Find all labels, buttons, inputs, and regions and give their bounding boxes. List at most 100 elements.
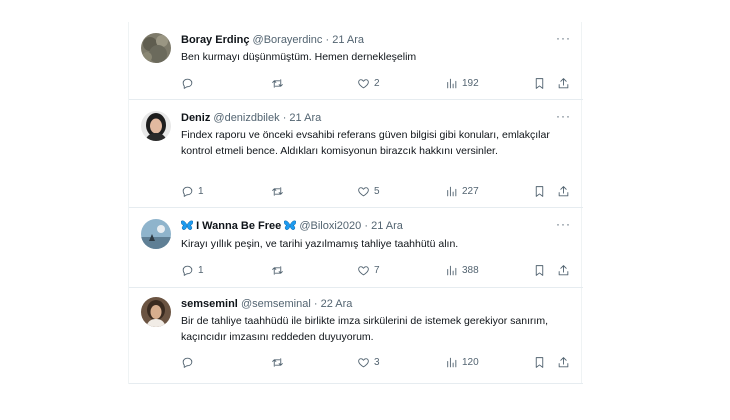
tweet[interactable]: Deniz @denizdbilek · 21 Ara ··· Findex r… (129, 100, 583, 208)
tweet-actions: 3 120 (181, 355, 571, 369)
tweet-header: I Wanna Be Free @Biloxi2020 · 21 Ara (180, 220, 403, 234)
views-icon (447, 357, 457, 367)
retweet-button[interactable] (271, 263, 288, 277)
tweet-text: Bir de tahliye taahhüdü ile birlikte imz… (181, 315, 549, 343)
more-icon[interactable]: ··· (556, 109, 571, 123)
user-handle[interactable]: @Borayerdinc (253, 34, 323, 46)
more-icon[interactable]: ··· (556, 217, 571, 231)
tweet[interactable]: semseminl @semseminal · 22 Ara Bir de ta… (129, 288, 583, 384)
reply-icon (182, 186, 193, 197)
bookmark-icon (535, 77, 544, 89)
tweet-timeline: Boray Erdinç @Borayerdinc · 21 Ara ··· B… (128, 22, 583, 384)
like-button[interactable]: 7 (357, 263, 380, 277)
retweet-icon (272, 78, 283, 88)
views-icon (447, 265, 457, 275)
views-button[interactable]: 227 (445, 184, 479, 198)
display-name[interactable]: Boray Erdinç (181, 34, 249, 46)
share-icon (558, 77, 569, 88)
tweet-text: Ben kurmayı düşünmüştüm. Hemen dernekleş… (181, 51, 417, 63)
share-icon (558, 356, 569, 367)
more-icon[interactable]: ··· (556, 31, 571, 45)
like-count: 2 (374, 77, 380, 89)
tweet-header: Deniz @denizdbilek · 21 Ara (181, 112, 321, 124)
tweet-text: Findex raporu ve önceki evsahibi referan… (181, 129, 550, 157)
reply-button[interactable] (181, 355, 198, 369)
display-name[interactable]: Deniz (181, 112, 210, 124)
bookmark-button[interactable] (533, 76, 546, 90)
view-count: 192 (462, 77, 479, 89)
avatar[interactable] (141, 219, 171, 249)
user-handle[interactable]: @semseminal (241, 298, 311, 310)
reply-button[interactable] (181, 76, 198, 90)
timestamp[interactable]: 21 Ara (332, 34, 364, 46)
views-button[interactable]: 120 (445, 355, 479, 369)
butterfly-emoji-icon (284, 220, 297, 234)
bookmark-button[interactable] (533, 184, 546, 198)
tweet-actions: 1 7 388 (181, 263, 571, 277)
separator-dot: · (282, 112, 287, 124)
view-count: 120 (462, 356, 479, 368)
retweet-icon (272, 265, 283, 275)
separator-dot: · (364, 220, 369, 232)
timestamp[interactable]: 21 Ara (371, 220, 403, 232)
views-icon (447, 78, 457, 88)
like-count: 5 (374, 185, 380, 197)
display-name[interactable]: semseminl (181, 298, 238, 310)
bookmark-icon (535, 356, 544, 368)
reply-icon (182, 265, 193, 276)
bookmark-icon (535, 264, 544, 276)
tweet-actions: 2 192 (181, 76, 571, 90)
share-button[interactable] (557, 355, 570, 369)
share-button[interactable] (557, 184, 570, 198)
like-button[interactable]: 5 (357, 184, 380, 198)
tweet[interactable]: I Wanna Be Free @Biloxi2020 · 21 Ara ···… (129, 208, 583, 288)
butterfly-emoji-icon (180, 220, 194, 234)
retweet-icon (272, 357, 283, 367)
heart-icon (358, 186, 369, 196)
views-button[interactable]: 388 (445, 263, 479, 277)
bookmark-button[interactable] (533, 263, 546, 277)
bookmark-button[interactable] (533, 355, 546, 369)
share-icon (558, 185, 569, 196)
reply-count: 1 (198, 185, 204, 197)
share-button[interactable] (557, 76, 570, 90)
tweet-header: Boray Erdinç @Borayerdinc · 21 Ara (181, 34, 364, 46)
user-handle[interactable]: @Biloxi2020 (299, 220, 361, 232)
retweet-button[interactable] (271, 184, 288, 198)
reply-button[interactable]: 1 (181, 263, 204, 277)
tweet-text: Kirayı yıllık peşin, ve tarihi yazılmamı… (181, 238, 459, 250)
views-icon (447, 186, 457, 196)
retweet-button[interactable] (271, 76, 288, 90)
like-button[interactable]: 3 (357, 355, 380, 369)
view-count: 388 (462, 264, 479, 276)
view-count: 227 (462, 185, 479, 197)
share-button[interactable] (557, 263, 570, 277)
separator-dot: · (313, 298, 318, 310)
like-count: 7 (374, 264, 380, 276)
tweet-actions: 1 5 227 (181, 184, 571, 198)
heart-icon (358, 78, 369, 88)
retweet-button[interactable] (271, 355, 288, 369)
reply-icon (182, 78, 193, 89)
timestamp[interactable]: 22 Ara (321, 298, 353, 310)
heart-icon (358, 265, 369, 275)
reply-count: 1 (198, 264, 204, 276)
avatar[interactable] (141, 111, 171, 141)
tweet-header: semseminl @semseminal · 22 Ara (181, 298, 352, 310)
like-count: 3 (374, 356, 380, 368)
like-button[interactable]: 2 (357, 76, 380, 90)
avatar[interactable] (141, 297, 171, 327)
heart-icon (358, 357, 369, 367)
share-icon (558, 264, 569, 275)
timestamp[interactable]: 21 Ara (289, 112, 321, 124)
reply-button[interactable]: 1 (181, 184, 204, 198)
tweet[interactable]: Boray Erdinç @Borayerdinc · 21 Ara ··· B… (129, 22, 583, 100)
reply-icon (182, 357, 193, 368)
retweet-icon (272, 186, 283, 196)
bookmark-icon (535, 185, 544, 197)
separator-dot: · (325, 34, 330, 46)
display-name[interactable]: I Wanna Be Free (196, 220, 281, 232)
user-handle[interactable]: @denizdbilek (213, 112, 279, 124)
avatar[interactable] (141, 33, 171, 63)
views-button[interactable]: 192 (445, 76, 479, 90)
